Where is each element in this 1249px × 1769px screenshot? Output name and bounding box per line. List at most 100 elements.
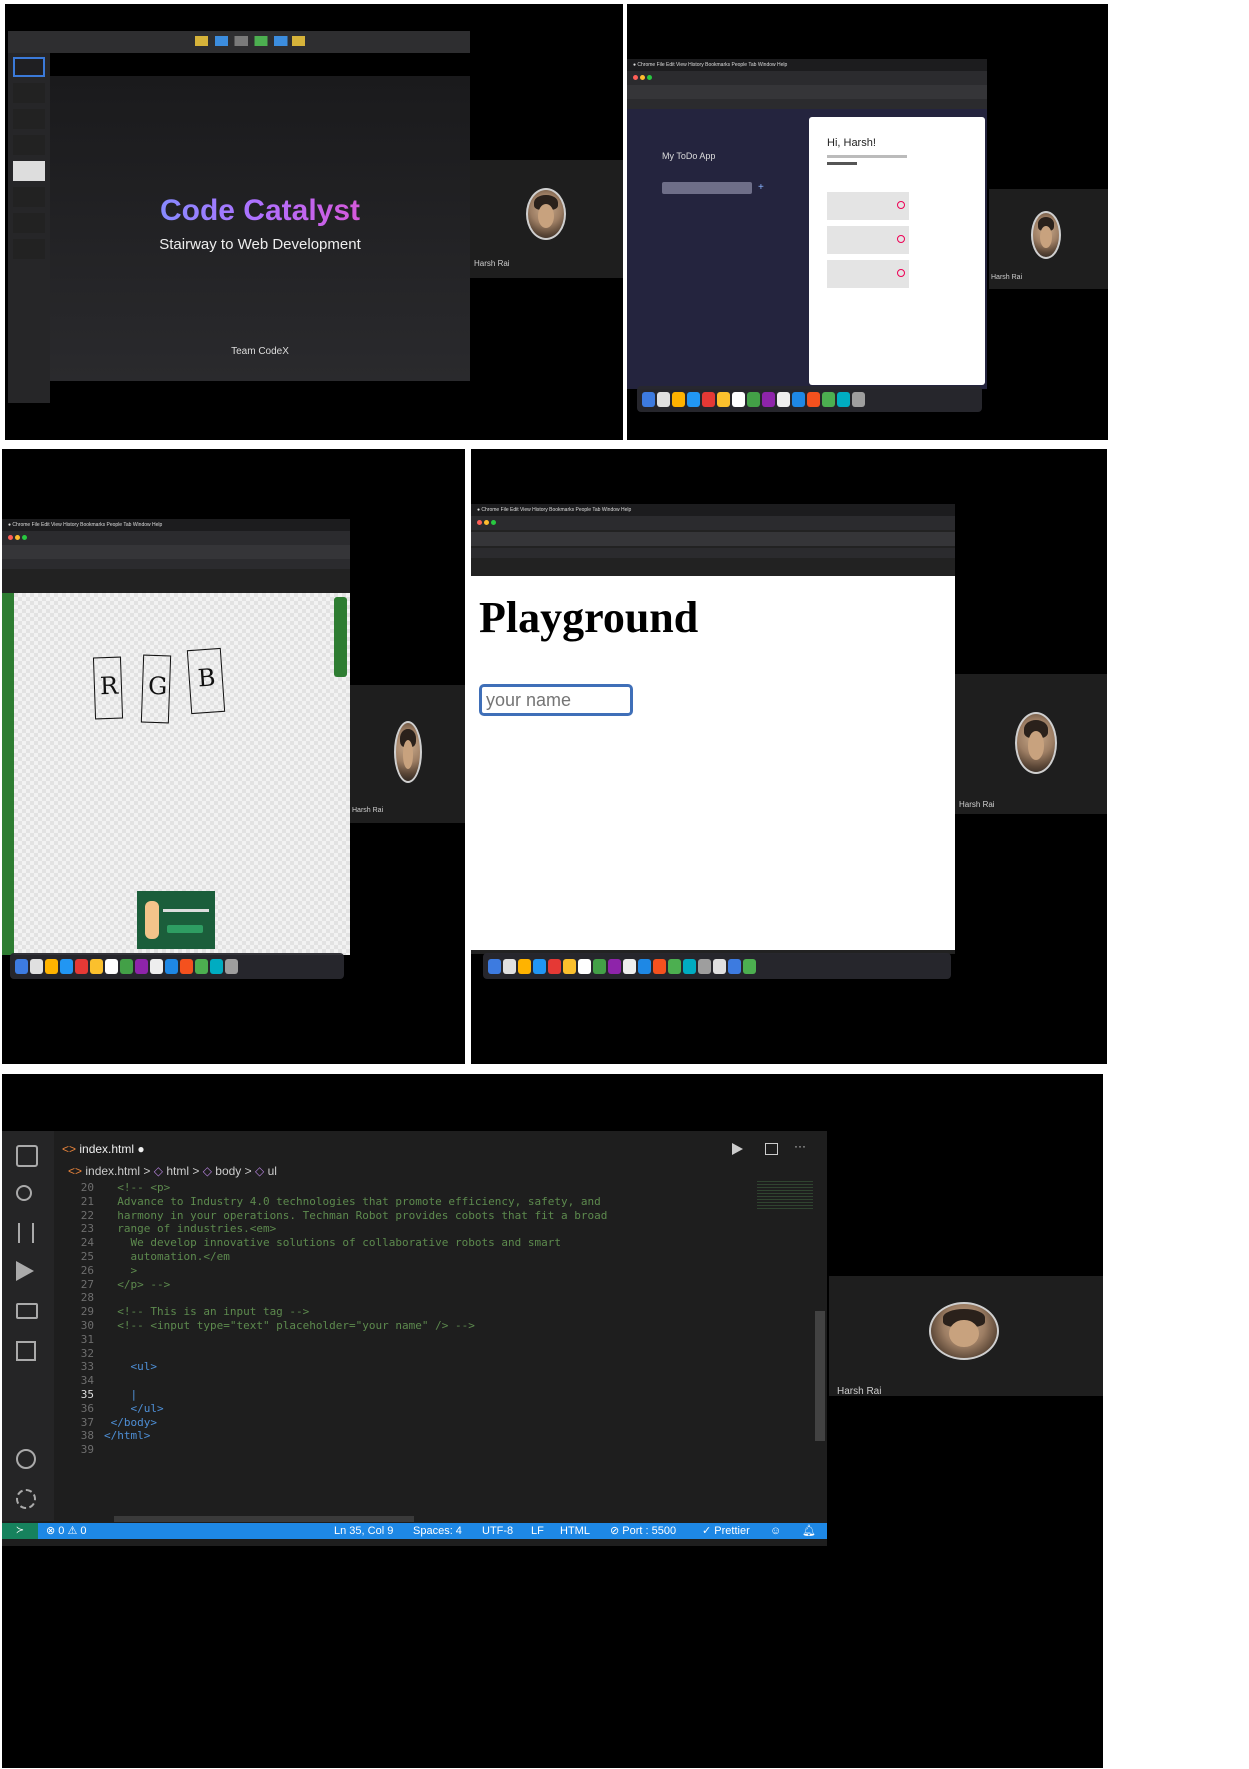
name-input[interactable] xyxy=(479,684,633,716)
line-number: 23 xyxy=(80,1222,94,1236)
indentation[interactable]: Spaces: 4 xyxy=(413,1523,462,1539)
playground-page: Playground xyxy=(471,576,955,950)
code-text: </ul> xyxy=(104,1401,164,1415)
prettier-status[interactable]: ✓ Prettier xyxy=(702,1523,750,1539)
mac-dock[interactable] xyxy=(483,953,951,979)
line-number: 26 xyxy=(80,1263,94,1277)
todo-item[interactable] xyxy=(827,260,909,288)
line-number: 30 xyxy=(80,1319,94,1332)
screen-share-playground: ● Chrome File Edit View History Bookmark… xyxy=(471,449,1107,1064)
whiteboard-toolbar-right[interactable] xyxy=(334,597,347,677)
bookmarks-bar[interactable] xyxy=(627,99,987,109)
line-number: 36 xyxy=(80,1401,94,1415)
code-line[interactable]: 36 </ul> xyxy=(2,1402,752,1416)
code-line[interactable]: 20 <!-- <p> xyxy=(2,1181,752,1195)
code-text: automation.</em xyxy=(104,1250,230,1263)
unsaved-dot-icon: ● xyxy=(137,1142,145,1156)
slide-footer: Team CodeX xyxy=(231,346,289,357)
line-number: 22 xyxy=(80,1208,94,1222)
line-number: 24 xyxy=(80,1236,94,1250)
code-line[interactable]: 27 </p> --> xyxy=(2,1278,752,1292)
bookmarks-bar[interactable] xyxy=(471,548,955,558)
whiteboard-toolbar-left[interactable] xyxy=(2,593,14,955)
add-todo-button[interactable]: + xyxy=(758,182,764,193)
code-text: <ul> xyxy=(104,1360,157,1374)
drawing-letter: R xyxy=(99,671,119,701)
slide-navigator[interactable] xyxy=(8,53,50,403)
code-editor[interactable]: 20 <!-- <p> 21 Advance to Industry 4.0 te… xyxy=(2,1181,812,1521)
code-line[interactable]: 28 xyxy=(2,1291,752,1305)
line-number: 34 xyxy=(80,1374,94,1388)
line-number: 37 xyxy=(80,1415,94,1429)
notifications-icon[interactable]: 🔔︎ xyxy=(802,1523,816,1539)
code-line[interactable]: 29 <!-- This is an input tag --> xyxy=(2,1305,752,1319)
end-of-line[interactable]: LF xyxy=(531,1523,544,1539)
line-number: 20 xyxy=(80,1181,94,1194)
horizontal-scrollbar[interactable] xyxy=(114,1516,414,1522)
participant-tile: Harsh Rai xyxy=(829,1276,1103,1397)
todo-app-title: My ToDo App xyxy=(662,151,716,161)
todo-input[interactable] xyxy=(662,182,752,194)
avatar xyxy=(1031,211,1061,259)
editor-tab[interactable]: <> index.html ● xyxy=(62,1139,145,1159)
code-line[interactable]: 33 <ul> xyxy=(2,1360,752,1374)
code-line[interactable]: 32 xyxy=(2,1347,752,1361)
code-line[interactable]: 23 range of industries.<em> xyxy=(2,1222,752,1236)
code-line[interactable]: 24 We develop innovative solutions of co… xyxy=(2,1236,752,1250)
code-line[interactable]: 26 > xyxy=(2,1264,752,1278)
language-mode[interactable]: HTML xyxy=(560,1523,590,1539)
promo-popup[interactable] xyxy=(137,891,215,949)
code-line[interactable]: 25 automation.</em xyxy=(2,1250,752,1264)
screen-share-vscode: <> index.html ● ··· <> index.html > ◇ ht… xyxy=(2,1074,1103,1768)
editor-tab-label: index.html xyxy=(79,1142,135,1156)
code-line[interactable]: 37 </body> xyxy=(2,1416,752,1430)
todo-card: Hi, Harsh! xyxy=(809,117,985,385)
code-line[interactable]: 38 </html> xyxy=(2,1429,752,1443)
code-text: range of industries.<em> xyxy=(104,1222,277,1236)
encoding[interactable]: UTF-8 xyxy=(482,1523,513,1539)
code-line[interactable]: 34 xyxy=(2,1374,752,1388)
browser-tabs[interactable] xyxy=(471,516,955,530)
run-icon[interactable] xyxy=(732,1143,743,1155)
cursor-position[interactable]: Ln 35, Col 9 xyxy=(334,1523,393,1539)
split-editor-icon[interactable] xyxy=(765,1143,778,1155)
todo-item[interactable] xyxy=(827,226,909,254)
address-bar[interactable] xyxy=(2,545,350,559)
browser-tabs[interactable] xyxy=(2,531,350,545)
code-line[interactable]: 35 | xyxy=(2,1388,752,1402)
breadcrumb[interactable]: <> index.html > ◇ html > ◇ body > ◇ ul xyxy=(68,1163,277,1179)
vertical-scrollbar[interactable] xyxy=(815,1311,825,1441)
minimap[interactable] xyxy=(757,1181,813,1211)
todo-item[interactable] xyxy=(827,192,909,220)
code-line[interactable]: 39 xyxy=(2,1443,752,1457)
mac-menubar: ● Chrome File Edit View History Bookmark… xyxy=(471,504,955,516)
code-text: </body> xyxy=(104,1415,157,1429)
bookmarks-bar[interactable] xyxy=(2,559,350,569)
screen-share-keynote: Code Catalyst Stairway to Web Developmen… xyxy=(5,4,623,440)
keynote-toolbar-buttons[interactable] xyxy=(195,36,305,46)
code-line[interactable]: 30 <!-- <input type="text" placeholder="… xyxy=(2,1319,752,1333)
participant-tile: Harsh Rai xyxy=(989,189,1108,289)
problems-indicator[interactable]: ⊗ 0 ⚠ 0 xyxy=(46,1523,86,1539)
mac-menubar: ● Chrome File Edit View History Bookmark… xyxy=(2,519,350,531)
vscode-window: <> index.html ● ··· <> index.html > ◇ ht… xyxy=(2,1131,827,1546)
address-bar[interactable] xyxy=(627,85,987,99)
line-number: 21 xyxy=(80,1194,94,1208)
code-line[interactable]: 31 xyxy=(2,1333,752,1347)
more-actions-icon[interactable]: ··· xyxy=(794,1139,806,1153)
mac-dock[interactable] xyxy=(10,953,344,979)
line-number: 28 xyxy=(80,1291,94,1305)
address-bar[interactable] xyxy=(471,532,955,546)
code-line[interactable]: 22 harmony in your operations. Techman R… xyxy=(2,1209,752,1223)
line-number: 32 xyxy=(80,1346,94,1360)
live-server-port[interactable]: ⊘ Port : 5500 xyxy=(610,1523,676,1539)
line-number: 33 xyxy=(80,1360,94,1374)
browser-tabs[interactable] xyxy=(627,71,987,85)
mac-dock[interactable] xyxy=(637,386,982,412)
remote-icon[interactable]: ≻ xyxy=(2,1523,38,1539)
whiteboard-canvas[interactable]: R G B xyxy=(2,593,350,955)
code-line[interactable]: 21 Advance to Industry 4.0 technologies … xyxy=(2,1195,752,1209)
feedback-icon[interactable]: ☺ xyxy=(770,1523,781,1539)
code-text: | xyxy=(104,1388,138,1401)
explorer-icon[interactable] xyxy=(16,1145,38,1167)
